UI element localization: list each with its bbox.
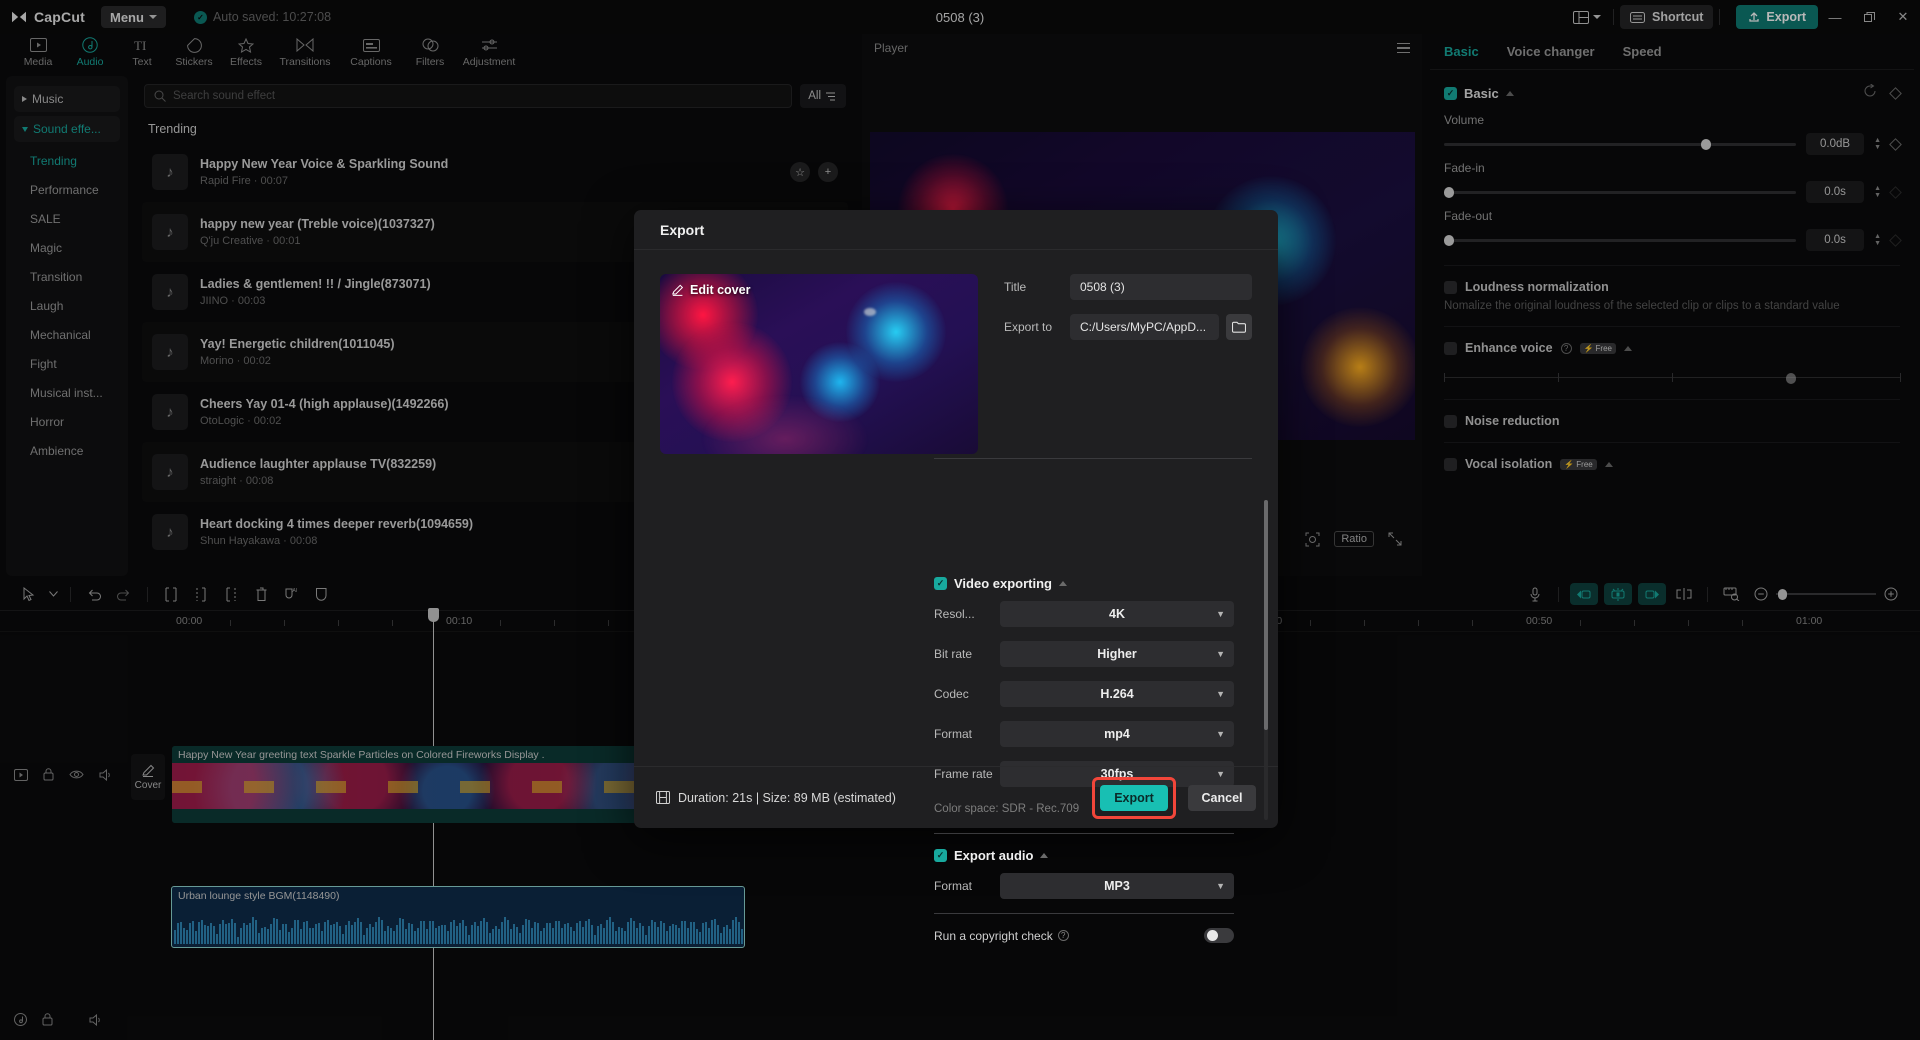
export-dialog-title: Export — [660, 222, 704, 238]
export-to-label: Export to — [1004, 320, 1070, 334]
cover-preview-card: Edit cover — [660, 274, 978, 454]
edit-cover-label: Edit cover — [690, 283, 750, 297]
bitrate-select[interactable]: Higher ▼ — [1000, 641, 1234, 667]
bitrate-value: Higher — [1097, 647, 1137, 661]
codec-label: Codec — [934, 687, 1000, 701]
copyright-label-wrap: Run a copyright check ? — [934, 929, 1069, 943]
copyright-toggle[interactable] — [1204, 928, 1234, 943]
divider — [934, 458, 1252, 459]
footer-buttons: Export Cancel — [1092, 777, 1256, 819]
audio-section-title: Export audio — [954, 848, 1033, 863]
bitrate-label: Bit rate — [934, 647, 1000, 661]
resolution-select[interactable]: 4K ▼ — [1000, 601, 1234, 627]
title-row: Title 0508 (3) — [1004, 274, 1252, 300]
video-exporting-checkbox[interactable]: ✓ — [934, 577, 947, 590]
resolution-row: Resol... 4K ▼ — [934, 601, 1234, 627]
resolution-label: Resol... — [934, 607, 1000, 621]
export-dialog-header: Export — [634, 210, 1278, 250]
format-label: Format — [934, 727, 1000, 741]
video-export-section: ✓ Video exporting Resol... 4K ▼ Bit rate… — [934, 562, 1234, 943]
format-value: mp4 — [1104, 727, 1130, 741]
audio-format-row: Format MP3 ▼ — [934, 873, 1234, 899]
edit-cover-button[interactable]: Edit cover — [672, 283, 750, 297]
dialog-scrollbar-thumb[interactable] — [1264, 500, 1268, 730]
cancel-button[interactable]: Cancel — [1188, 785, 1256, 811]
pencil-icon — [672, 284, 684, 296]
export-form: Title 0508 (3) Export to C:/Users/MyPC/A… — [1004, 274, 1252, 454]
browse-folder-button[interactable] — [1226, 314, 1252, 340]
audio-format-select[interactable]: MP3 ▼ — [1000, 873, 1234, 899]
folder-icon — [1232, 321, 1246, 333]
audio-section-header: ✓ Export audio — [934, 834, 1234, 873]
duration-text: Duration: 21s | Size: 89 MB (estimated) — [678, 791, 896, 805]
export-path-input[interactable]: C:/Users/MyPC/AppD... — [1070, 314, 1219, 340]
chevron-up-icon[interactable] — [1040, 853, 1048, 858]
format-row: Format mp4 ▼ — [934, 721, 1234, 747]
video-section-title: Video exporting — [954, 576, 1052, 591]
audio-format-label: Format — [934, 879, 1000, 893]
duration-info: Duration: 21s | Size: 89 MB (estimated) — [656, 791, 896, 805]
export-to-row: Export to C:/Users/MyPC/AppD... — [1004, 314, 1252, 340]
chevron-down-icon: ▼ — [1216, 881, 1225, 891]
chevron-up-icon[interactable] — [1059, 581, 1067, 586]
export-button-highlight: Export — [1092, 777, 1176, 819]
chevron-down-icon: ▼ — [1216, 649, 1225, 659]
audio-format-value: MP3 — [1104, 879, 1130, 893]
codec-select[interactable]: H.264 ▼ — [1000, 681, 1234, 707]
bitrate-row: Bit rate Higher ▼ — [934, 641, 1234, 667]
title-input[interactable]: 0508 (3) — [1070, 274, 1252, 300]
resolution-value: 4K — [1109, 607, 1125, 621]
codec-row: Codec H.264 ▼ — [934, 681, 1234, 707]
cover-thumbnail[interactable]: Edit cover — [660, 274, 978, 454]
format-select[interactable]: mp4 ▼ — [1000, 721, 1234, 747]
export-dialog-footer: Duration: 21s | Size: 89 MB (estimated) … — [634, 766, 1278, 828]
chevron-down-icon: ▼ — [1216, 729, 1225, 739]
film-icon — [656, 791, 670, 804]
chevron-down-icon: ▼ — [1216, 689, 1225, 699]
copyright-label: Run a copyright check — [934, 929, 1053, 943]
codec-value: H.264 — [1100, 687, 1133, 701]
export-dialog-body: Edit cover Title 0508 (3) Export to — [634, 250, 1278, 454]
export-dialog: Export Edit cover — [634, 210, 1278, 828]
export-audio-checkbox[interactable]: ✓ — [934, 849, 947, 862]
export-confirm-button[interactable]: Export — [1100, 785, 1168, 811]
help-icon[interactable]: ? — [1058, 930, 1069, 941]
title-label: Title — [1004, 280, 1070, 294]
video-section-header: ✓ Video exporting — [934, 562, 1234, 601]
capcut-window: CapCut Menu ✓ Auto saved: 10:27:08 0508 … — [0, 0, 1920, 1040]
copyright-check-row: Run a copyright check ? — [934, 914, 1234, 943]
chevron-down-icon: ▼ — [1216, 609, 1225, 619]
